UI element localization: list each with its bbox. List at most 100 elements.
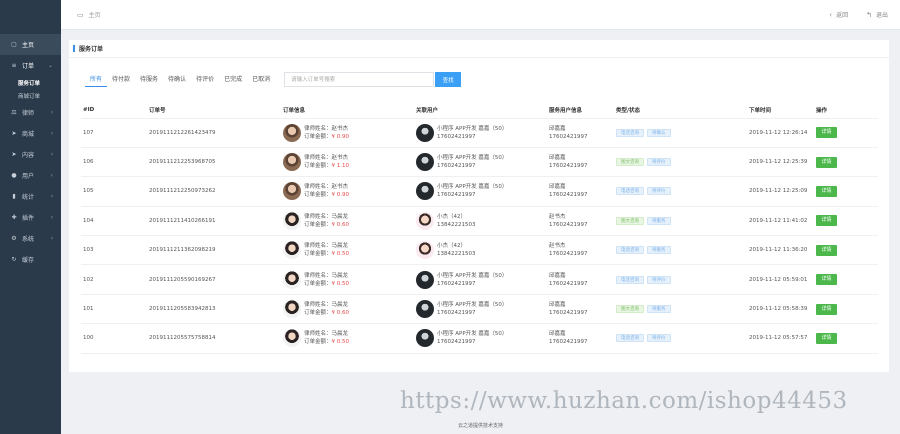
related-user-text: 小杰（42） 13842221503 [437, 213, 476, 229]
sidebar-item-label: 缓存 [22, 257, 35, 264]
related-user-cell: 小杰（42） 13842221503 [414, 235, 547, 266]
search-button[interactable]: 查找 [435, 72, 462, 87]
order-info-cell: 律师姓名：马晨龙 订单金额：¥ 0.50 [281, 235, 414, 266]
title-accent-bar [73, 45, 75, 52]
detail-button[interactable]: 详情 [816, 244, 837, 256]
send-icon: ➤ [11, 151, 17, 158]
watermark: https://www.huzhan.com/ishop44453 [400, 388, 848, 414]
chevron-left-icon: ‹ [829, 10, 833, 19]
order-amount-line: 订单金额：¥ 0.60 [304, 221, 349, 229]
sidebar-subitem-0[interactable]: 服务订单 [0, 76, 61, 89]
service-user-phone: 17602421997 [549, 163, 588, 170]
sidebar-item-1[interactable]: ≡ 订单 ⌄ [0, 55, 61, 76]
sidebar-item-2[interactable]: ⚖ 律师 ‹ [0, 102, 61, 123]
orders-table: #ID 订单号 订单信息 关联用户 服务用户信息 类型/状态 下单时间 操作 107 20191… [81, 102, 878, 354]
order-info-cell: 律师姓名：马晨龙 订单金额：¥ 0.60 [281, 206, 414, 237]
sidebar-item-0[interactable]: ▢ 主页 [0, 34, 61, 55]
type-status-cell: 电话咨询 待评价 [614, 323, 747, 354]
back-button[interactable]: ‹ 返回 [829, 10, 848, 20]
user-avatar [416, 329, 434, 348]
order-amount-line: 订单金额：¥ 0.50 [304, 338, 349, 346]
tab-0[interactable]: 所有 [85, 72, 108, 87]
order-number: 2019111205575758814 [147, 323, 281, 354]
type-badge: 电话咨询 [616, 334, 644, 343]
user-name: 小程序 APP开发 嘉嘉（50） [437, 331, 508, 338]
service-user-name: 赵书杰 [549, 213, 566, 220]
action-cell: 详情 [814, 118, 878, 148]
user-phone: 17602421997 [437, 192, 476, 199]
tab-3[interactable]: 待确认 [163, 72, 191, 87]
action-cell: 详情 [814, 147, 878, 178]
sidebar-item-9[interactable]: ↻ 缓存 [0, 249, 61, 270]
tab-5[interactable]: 已完成 [219, 72, 247, 87]
service-user-name: 邱嘉嘉 [549, 272, 566, 279]
order-time: 2019-11-12 05:59:01 [747, 264, 814, 295]
service-user-text: 赵书杰 17602421997 [549, 242, 614, 258]
column-header: 操作 [814, 102, 878, 119]
related-user: 小杰（42） 13842221503 [416, 241, 547, 260]
tab-1[interactable]: 待付款 [107, 72, 135, 87]
user-phone: 17602421997 [437, 310, 476, 317]
lawyer-name: 律师姓名：马晨龙 [304, 243, 349, 250]
sidebar-item-8[interactable]: ⚙ 系统 ‹ [0, 228, 61, 249]
detail-button[interactable]: 详情 [816, 274, 837, 286]
order-id: 104 [81, 206, 147, 237]
status-badge: 待评价 [647, 187, 671, 196]
breadcrumb-home[interactable]: 主页 [89, 10, 101, 19]
breadcrumb[interactable]: ▭ 主页 [77, 10, 101, 20]
user-name: 小程序 APP开发 嘉嘉（50） [437, 302, 508, 309]
order-number: 2019111205583942813 [147, 294, 281, 325]
send-icon: ➤ [11, 130, 17, 137]
order-info-text: 律师姓名：马晨龙 订单金额：¥ 0.50 [304, 242, 349, 258]
sidebar-item-6[interactable]: ▮ 统计 ‹ [0, 186, 61, 207]
service-user-cell: 邱嘉嘉 17602421997 [547, 264, 614, 295]
detail-button[interactable]: 详情 [816, 303, 837, 315]
tab-2[interactable]: 待服务 [135, 72, 163, 87]
service-user-phone: 17602421997 [549, 280, 588, 287]
user-avatar [416, 153, 434, 172]
related-user-cell: 小程序 APP开发 嘉嘉（50） 17602421997 [414, 264, 547, 295]
sidebar-item-4[interactable]: ➤ 内容 ‹ [0, 144, 61, 165]
service-user-phone: 17602421997 [549, 310, 588, 317]
amount-label: 订单金额： [304, 339, 332, 346]
user-phone: 17602421997 [437, 163, 476, 170]
sidebar-item-3[interactable]: ➤ 商城 ‹ [0, 123, 61, 144]
column-header: 类型/状态 [614, 102, 747, 119]
order-info-cell: 律师姓名：赵书杰 订单金额：¥ 0.90 [281, 118, 414, 148]
amount-label: 订单金额： [304, 163, 332, 170]
tab-6[interactable]: 已取消 [247, 72, 275, 87]
user-avatar [416, 182, 434, 201]
table-row: 100 2019111205575758814 律师姓名：马晨龙 订单金额：¥ 0.5… [81, 323, 878, 354]
service-user-phone: 17602421997 [549, 339, 588, 346]
detail-button[interactable]: 详情 [816, 215, 837, 227]
detail-button[interactable]: 详情 [816, 127, 837, 139]
chevron-left-icon: ‹ [50, 109, 53, 116]
service-user-cell: 邱嘉嘉 17602421997 [547, 176, 614, 207]
type-status-cell: 图文咨询 待服务 [614, 206, 747, 237]
service-user-name: 邱嘉嘉 [549, 184, 566, 191]
user-avatar [416, 211, 434, 230]
service-user-text: 邱嘉嘉 17602421997 [549, 330, 614, 346]
detail-button[interactable]: 详情 [816, 156, 837, 168]
status-badge: 待评价 [647, 275, 671, 284]
sidebar-brand [0, 0, 61, 34]
chevron-left-icon: ‹ [50, 172, 53, 179]
order-search-input[interactable] [284, 72, 435, 87]
sidebar-item-5[interactable]: ● 用户 ‹ [0, 165, 61, 186]
logout-button[interactable]: ↰ 退出 [866, 10, 888, 20]
service-user-text: 赵书杰 17602421997 [549, 213, 614, 229]
footer-credit: 云之道提供技术支持 [457, 423, 503, 429]
user-avatar [416, 241, 434, 260]
lawyer-name: 律师姓名：赵书杰 [304, 155, 349, 162]
order-info: 律师姓名：马晨龙 订单金额：¥ 0.50 [283, 329, 414, 348]
detail-button[interactable]: 详情 [816, 332, 837, 344]
type-status-cell: 图文咨询 待服务 [614, 294, 747, 325]
sidebar-item-7[interactable]: ✚ 插件 ‹ [0, 207, 61, 228]
order-amount: ¥ 0.50 [331, 339, 350, 346]
detail-button[interactable]: 详情 [816, 185, 837, 197]
order-id: 102 [81, 264, 147, 295]
service-user-name: 邱嘉嘉 [549, 331, 566, 338]
tab-4[interactable]: 待评价 [191, 72, 219, 87]
user-icon: ● [11, 172, 17, 179]
sidebar-subitem-1[interactable]: 商城订单 [0, 89, 61, 102]
